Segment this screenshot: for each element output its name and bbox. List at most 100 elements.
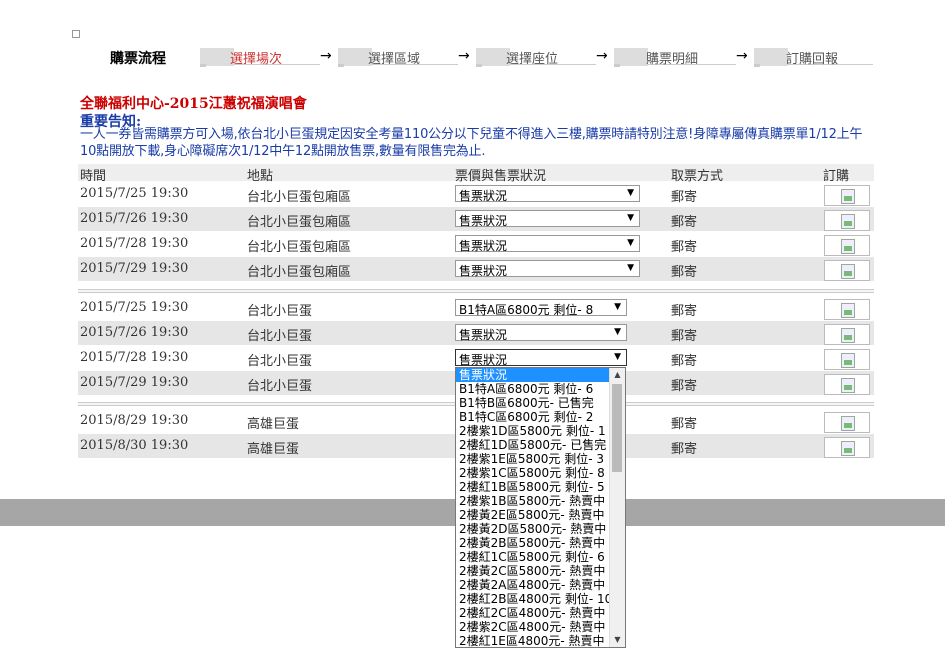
scrollbar-thumb[interactable]: [612, 384, 622, 472]
status-select[interactable]: B1特A區6800元 剩位- 8 ▼: [455, 299, 627, 317]
order-button[interactable]: [824, 374, 870, 395]
dropdown-option[interactable]: 售票狀況: [456, 368, 612, 382]
row-time: 2015/7/29 19:30: [80, 375, 189, 390]
dropdown-option[interactable]: 2樓紫1E區5800元 剩位- 3: [456, 452, 612, 466]
row-time: 2015/7/25 19:30: [80, 300, 189, 315]
dropdown-option[interactable]: 2樓紫1B區5800元- 熱賣中: [456, 494, 612, 508]
dropdown-option[interactable]: 2樓黃2A區4800元- 熱賣中: [456, 578, 612, 592]
dropdown-option[interactable]: B1特B區6800元- 已售完: [456, 396, 612, 410]
broken-image-icon: [841, 214, 855, 229]
scroll-down-icon[interactable]: ▼: [610, 633, 625, 647]
event-title: 全聯福利中心-2015江蕙祝福演唱會: [80, 96, 307, 112]
row-venue: 台北小巨蛋: [247, 329, 313, 344]
row-pickup: 郵寄: [671, 304, 698, 319]
dropdown-option[interactable]: B1特C區6800元 剩位- 2: [456, 410, 612, 424]
dropdown-scrollbar[interactable]: ▲ ▼: [609, 368, 625, 647]
dropdown-option[interactable]: 2樓紅1C區5800元 剩位- 6: [456, 550, 612, 564]
order-button[interactable]: [824, 349, 870, 370]
row-pickup: 郵寄: [671, 379, 698, 394]
row-time: 2015/8/29 19:30: [80, 413, 189, 428]
status-select-open[interactable]: 售票狀況 ▼: [455, 349, 627, 367]
row-venue: 台北小巨蛋: [247, 379, 313, 394]
step-label: 選擇座位: [506, 52, 559, 67]
order-button[interactable]: [824, 185, 870, 206]
broken-image-icon: [841, 264, 855, 279]
table-row: 2015/7/26 19:30 台北小巨蛋 售票狀況 ▼ 郵寄: [78, 321, 874, 345]
row-time: 2015/8/30 19:30: [80, 438, 189, 453]
row-pickup: 郵寄: [671, 240, 698, 255]
dropdown-option[interactable]: 2樓紫1D區5800元 剩位- 1: [456, 424, 612, 438]
step-label: 選擇場次: [230, 52, 283, 67]
dropdown-option[interactable]: 2樓紅1E區4800元- 熱賣中: [456, 634, 612, 647]
step-label: 訂購回報: [786, 52, 839, 67]
status-select[interactable]: 售票狀況 ▼: [455, 185, 640, 203]
dropdown-option[interactable]: 2樓紫2C區4800元- 熱賣中: [456, 620, 612, 634]
order-button[interactable]: [824, 412, 870, 433]
row-venue: 台北小巨蛋包廂區: [247, 190, 352, 205]
dropdown-option[interactable]: 2樓紫1C區5800元 剩位- 8: [456, 466, 612, 480]
status-select[interactable]: 售票狀況 ▼: [455, 210, 640, 228]
broken-image-icon: [841, 303, 855, 318]
table-row: 2015/7/25 19:30 台北小巨蛋包廂區 售票狀況 ▼ 郵寄: [78, 182, 874, 206]
row-time: 2015/7/26 19:30: [80, 211, 189, 226]
row-pickup: 郵寄: [671, 442, 698, 457]
row-pickup: 郵寄: [671, 190, 698, 205]
arrow-icon: →: [320, 48, 332, 64]
steps-title: 購票流程: [110, 51, 166, 67]
arrow-icon: →: [596, 48, 608, 64]
step-select-session: 選擇場次: [200, 48, 320, 67]
broken-image-icon: [841, 378, 855, 393]
order-button[interactable]: [824, 437, 870, 458]
step-order-report: 訂購回報: [754, 48, 873, 67]
dropdown-option[interactable]: B1特A區6800元 剩位- 6: [456, 382, 612, 396]
dropdown-option[interactable]: 2樓紅1B區5800元 剩位- 5: [456, 480, 612, 494]
row-time: 2015/7/26 19:30: [80, 325, 189, 340]
broken-image-icon: [841, 239, 855, 254]
row-venue: 台北小巨蛋包廂區: [247, 215, 352, 230]
arrow-icon: →: [458, 48, 470, 64]
row-pickup: 郵寄: [671, 265, 698, 280]
row-time: 2015/7/28 19:30: [80, 236, 189, 251]
step-select-area: 選擇區域: [338, 48, 458, 67]
row-venue: 高雄巨蛋: [247, 442, 300, 457]
row-time: 2015/7/29 19:30: [80, 261, 189, 276]
order-button[interactable]: [824, 324, 870, 345]
group-divider: [78, 289, 874, 293]
dropdown-option[interactable]: 2樓紅1D區5800元- 已售完: [456, 438, 612, 452]
row-pickup: 郵寄: [671, 329, 698, 344]
dropdown-option[interactable]: 2樓黃2C區5800元- 熱賣中: [456, 564, 612, 578]
row-time: 2015/7/28 19:30: [80, 350, 189, 365]
status-select[interactable]: 售票狀況 ▼: [455, 324, 627, 342]
step-label: 選擇區域: [368, 52, 421, 67]
dropdown-option[interactable]: 2樓紅2B區4800元 剩位- 10: [456, 592, 612, 606]
broken-image-icon: [841, 328, 855, 343]
order-button[interactable]: [824, 210, 870, 231]
status-select[interactable]: 售票狀況 ▼: [455, 235, 640, 253]
table-row: 2015/7/28 19:30 台北小巨蛋包廂區 售票狀況 ▼ 郵寄: [78, 232, 874, 256]
dropdown-option[interactable]: 2樓黃2E區5800元- 熱賣中: [456, 508, 612, 522]
row-time: 2015/7/25 19:30: [80, 186, 189, 201]
dropdown-option[interactable]: 2樓黃2D區5800元- 熱賣中: [456, 522, 612, 536]
broken-image-icon: [841, 416, 855, 431]
step-select-seat: 選擇座位: [476, 48, 596, 67]
status-dropdown-list[interactable]: 售票狀況 B1特A區6800元 剩位- 6 B1特B區6800元- 已售完 B1…: [455, 367, 626, 648]
dropdown-option[interactable]: 2樓紅2C區4800元- 熱賣中: [456, 606, 612, 620]
step-purchase-details: 購票明細: [614, 48, 736, 67]
arrow-icon: →: [736, 48, 748, 64]
table-row: 2015/7/29 19:30 台北小巨蛋包廂區 售票狀況 ▼ 郵寄: [78, 257, 874, 281]
order-button[interactable]: [824, 299, 870, 320]
table-row: 2015/7/25 19:30 台北小巨蛋 B1特A區6800元 剩位- 8 ▼ …: [78, 296, 874, 320]
broken-image-icon: [841, 353, 855, 368]
row-pickup: 郵寄: [671, 354, 698, 369]
status-select[interactable]: 售票狀況 ▼: [455, 260, 640, 278]
order-button[interactable]: [824, 260, 870, 281]
order-button[interactable]: [824, 235, 870, 256]
dropdown-option[interactable]: 2樓黃2B區5800元- 熱賣中: [456, 536, 612, 550]
broken-image-icon: [841, 189, 855, 204]
row-venue: 台北小巨蛋: [247, 304, 313, 319]
broken-image-icon: [841, 441, 855, 456]
row-pickup: 郵寄: [671, 417, 698, 432]
checkbox-placeholder: [72, 30, 80, 38]
scroll-up-icon[interactable]: ▲: [610, 368, 625, 382]
table-row: 2015/7/26 19:30 台北小巨蛋包廂區 售票狀況 ▼ 郵寄: [78, 207, 874, 231]
